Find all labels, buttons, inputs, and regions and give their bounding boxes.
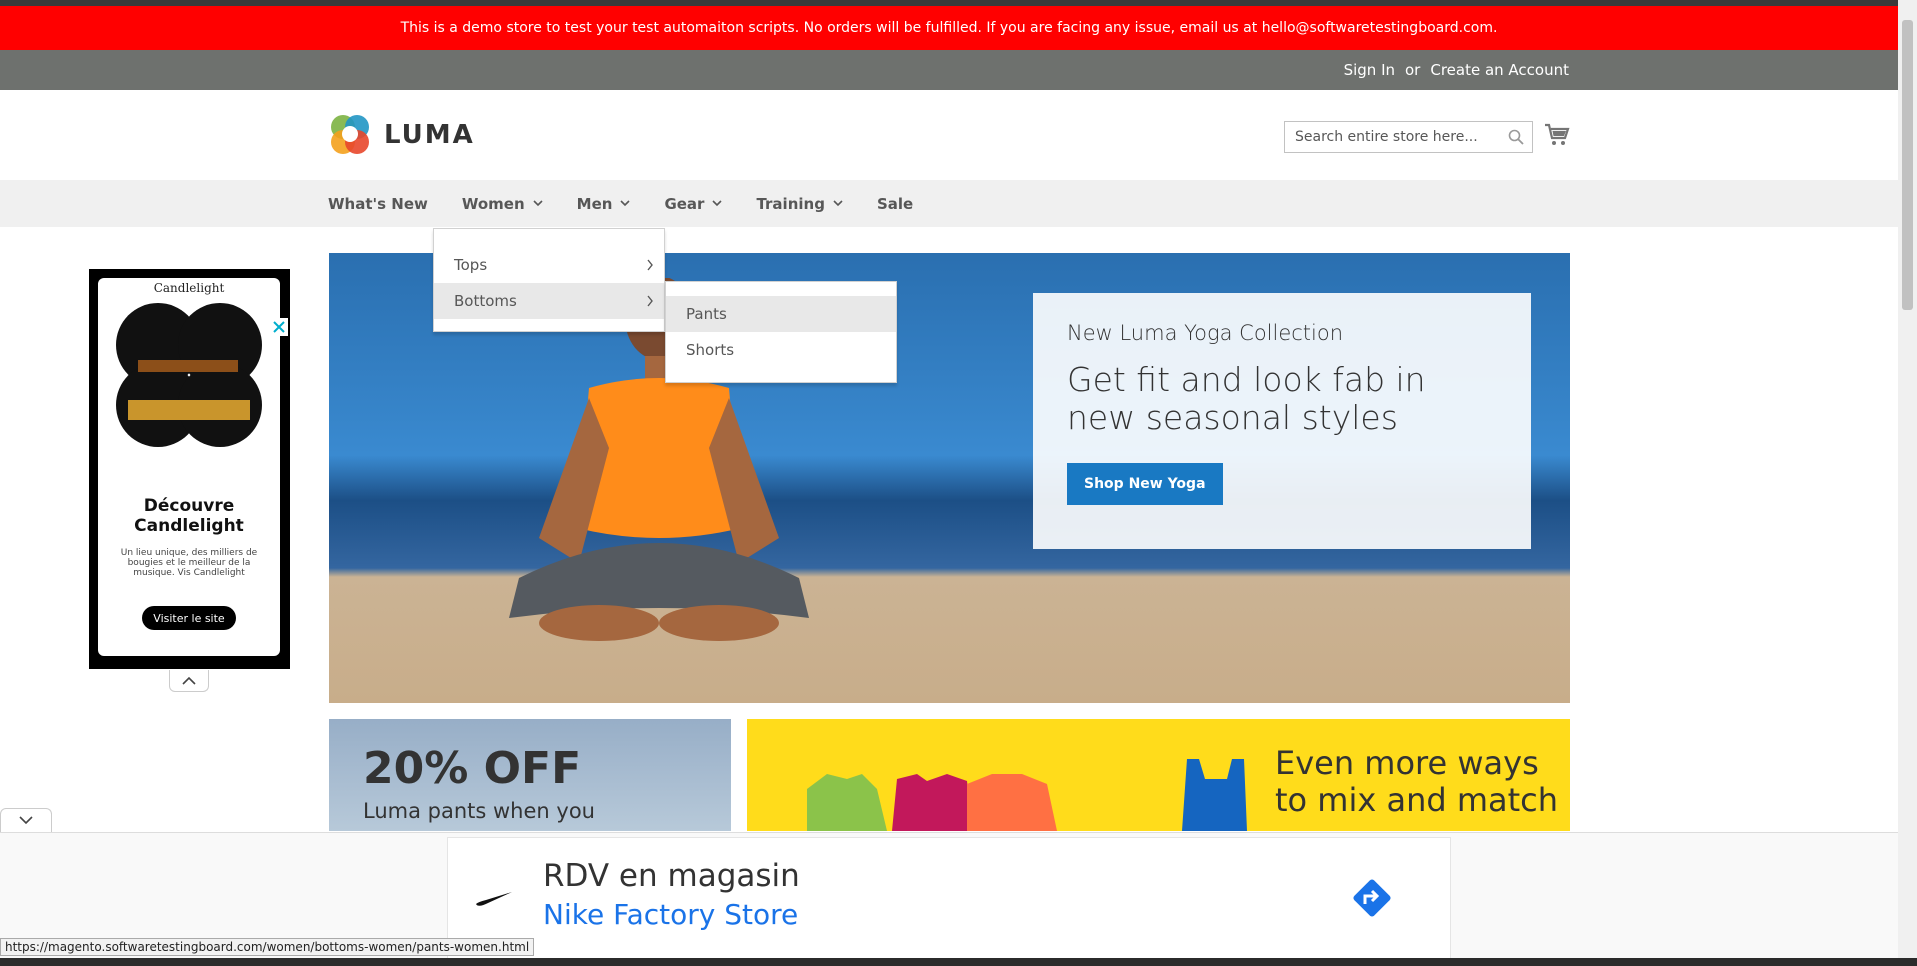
side-ad-card: Candlelight Découvre Candlelight Un lieu… [98,278,280,656]
ad-body: Un lieu unique, des milliers de bougies … [120,548,258,578]
search-box [1284,121,1533,153]
ad-title: Découvre Candlelight [134,496,244,537]
promo-tile-mix-match[interactable]: Even more ways to mix and match [747,719,1570,831]
promo-tile-pants-sale[interactable]: 20% OFF Luma pants when you [329,719,731,831]
directions-icon[interactable] [1348,874,1396,922]
chevron-down-icon [19,816,33,825]
header-links: Sign In or Create an Account [1344,50,1569,90]
chevron-down-icon [620,200,631,207]
shop-new-yoga-button[interactable]: Shop New Yoga [1067,462,1223,505]
submenu-item-shorts[interactable]: Shorts [666,332,896,368]
tanks-image [807,759,1247,831]
ad-brand: Candlelight [153,281,225,295]
promo-mix-text: Even more ways to mix and match [1275,744,1559,819]
chevron-up-icon [182,676,196,685]
nav-item-label: Men [576,194,613,213]
search-input[interactable] [1293,128,1508,146]
cart-icon[interactable] [1544,122,1570,148]
nav-item-men[interactable]: Men [577,195,631,213]
or-separator: or [1405,61,1421,79]
demo-notice-text: This is a demo store to test your test a… [400,20,1498,36]
bottoms-submenu: Pants Shorts [665,281,897,383]
nav-item-sale[interactable]: Sale [877,195,913,213]
create-account-link[interactable]: Create an Account [1430,61,1569,79]
dropdown-item-bottoms[interactable]: Bottoms [434,283,664,319]
promo-subtext: Luma pants when you [363,799,595,823]
ad-collapse-button[interactable] [169,670,209,692]
chevron-right-icon [647,259,653,271]
bottom-ad-toggle[interactable] [0,808,52,832]
logo-bar [0,90,1898,180]
dropdown-item-label: Bottoms [454,292,517,310]
luma-logo-icon [331,115,369,154]
nav-item-label: Women [461,194,525,213]
bottom-advertisement[interactable]: RDV en magasin Nike Factory Store [447,837,1451,966]
dropdown-item-tops[interactable]: Tops [434,247,664,283]
hero-title: Get fit and look fab in new seasonal sty… [1067,360,1426,437]
chevron-down-icon [533,200,543,207]
nav-item-gear[interactable]: Gear [664,194,723,213]
nav-item-women[interactable]: Women [462,195,543,213]
chevron-right-icon [647,295,653,307]
main-navigation: What's New Women Men Gear Training Sale [328,180,947,227]
women-dropdown-menu: Tops Bottoms [433,228,665,332]
nike-swoosh-icon [476,892,512,906]
submenu-item-pants[interactable]: Pants [666,296,896,332]
nav-item-label: Sale [876,194,914,213]
bottom-ad-headline: RDV en magasin [543,858,800,894]
logo-text: LUMA [384,120,475,150]
bottom-ad-subtitle: Nike Factory Store [543,898,799,931]
nav-item-label: What's New [328,194,428,213]
taskbar-strip [0,958,1917,966]
ad-close-icon[interactable] [270,318,288,336]
nav-bar [0,180,1898,227]
nav-item-whats-new[interactable]: What's New [328,195,428,213]
dropdown-item-label: Tops [454,256,488,274]
chevron-down-icon [833,200,843,207]
hero-card: New Luma Yoga Collection Get fit and loo… [1033,293,1531,549]
promo-discount: 20% OFF [363,743,582,794]
ad-concert-image [116,303,262,447]
nav-item-label: Training [756,194,825,213]
logo-link[interactable]: LUMA [328,112,475,158]
search-icon[interactable] [1508,129,1524,145]
side-advertisement[interactable]: Candlelight Découvre Candlelight Un lieu… [89,269,290,669]
chevron-down-icon [712,200,723,207]
hero-kicker: New Luma Yoga Collection [1067,321,1344,345]
demo-notice-banner: This is a demo store to test your test a… [0,6,1898,50]
visit-site-button[interactable]: Visiter le site [142,606,236,630]
sign-in-link[interactable]: Sign In [1344,61,1395,79]
nav-item-training[interactable]: Training [756,194,843,213]
scrollbar-thumb[interactable] [1902,20,1913,310]
panel-header: Sign In or Create an Account [0,50,1898,90]
status-bar-url: https://magento.softwaretestingboard.com… [0,938,535,956]
nav-item-label: Gear [664,194,705,213]
